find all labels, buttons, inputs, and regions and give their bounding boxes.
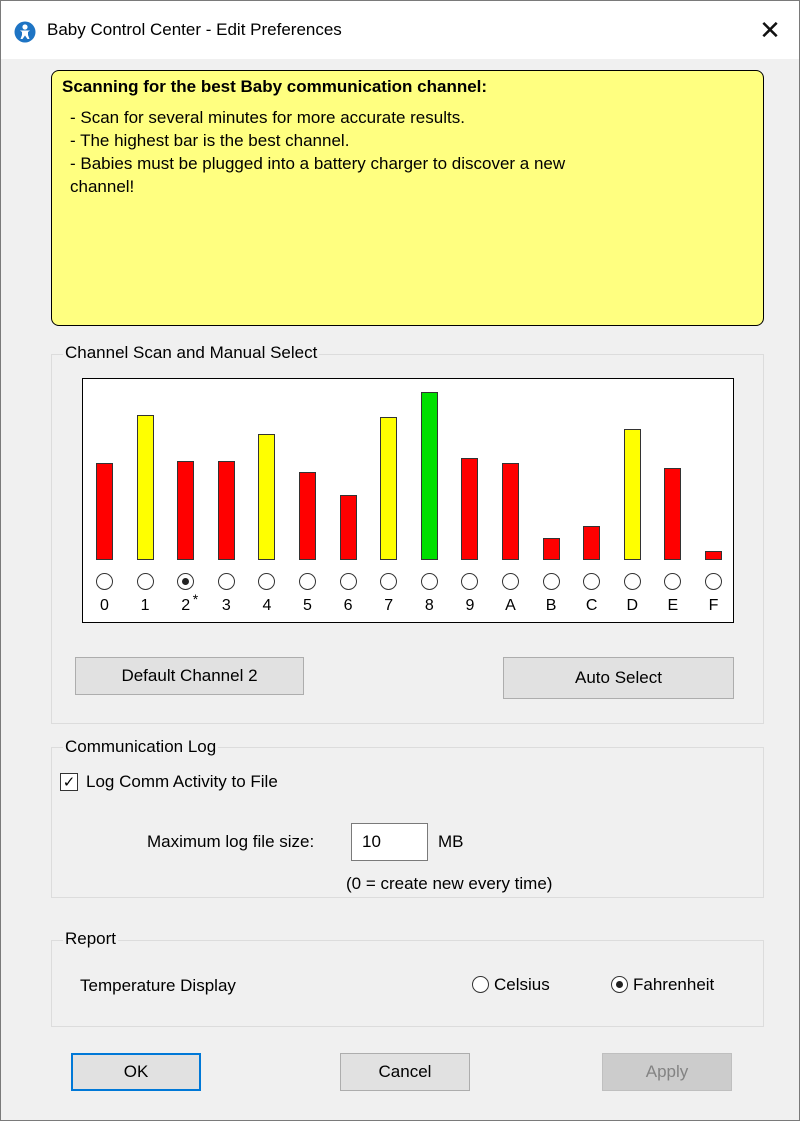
log-activity-checkbox[interactable]: ✓ xyxy=(60,773,78,791)
channel-bar-8 xyxy=(420,392,438,560)
channel-label-C: C xyxy=(585,597,598,614)
channel-label-0: 0 xyxy=(100,597,109,614)
channel-label-7: 7 xyxy=(384,597,394,614)
info-title: Scanning for the best Baby communication… xyxy=(62,77,488,96)
channel-radio-A[interactable] xyxy=(502,573,519,590)
channel-bar-0 xyxy=(96,463,113,560)
comm-log-label: Communication Log xyxy=(63,737,219,757)
log-size-unit: MB xyxy=(438,832,464,851)
channel-label-F: F xyxy=(708,597,719,614)
max-log-size-label: Maximum log file size: xyxy=(147,832,315,851)
channel-bar-B xyxy=(542,538,560,560)
channel-radio-D[interactable] xyxy=(623,573,641,590)
channel-radio-0[interactable] xyxy=(96,573,113,590)
celsius-radio[interactable] xyxy=(472,976,489,993)
max-log-size-input[interactable] xyxy=(351,823,428,861)
fahrenheit-radio[interactable] xyxy=(611,976,628,993)
channel-label-6: 6 xyxy=(343,597,353,614)
window-title: Baby Control Center - Edit Preferences xyxy=(47,20,342,39)
log-size-note: (0 = create new every time) xyxy=(346,874,553,893)
channel-label-A: A xyxy=(505,597,516,614)
channel-bar-1 xyxy=(136,415,154,560)
channel-bar-3 xyxy=(217,461,235,560)
channel-radio-B[interactable] xyxy=(542,573,560,590)
info-line: - The highest bar is the best channel. xyxy=(70,131,350,150)
channel-radio-5[interactable] xyxy=(299,573,316,590)
channel-radio-E[interactable] xyxy=(664,573,682,590)
channel-radio-8[interactable] xyxy=(420,573,438,590)
channel-bar-9 xyxy=(461,458,479,560)
channel-label-4: 4 xyxy=(262,597,272,614)
channel-bar-D xyxy=(623,429,641,560)
info-line: - Scan for several minutes for more accu… xyxy=(70,108,465,127)
temperature-display-label: Temperature Display xyxy=(80,976,236,995)
channel-bar-2 xyxy=(177,461,195,560)
ok-button[interactable]: OK xyxy=(71,1053,201,1091)
celsius-label[interactable]: Celsius xyxy=(494,975,550,995)
default-channel-button[interactable]: Default Channel 2 xyxy=(75,657,304,695)
log-activity-label[interactable]: Log Comm Activity to File xyxy=(86,772,278,792)
channel-label-B: B xyxy=(545,597,557,614)
channel-radio-2[interactable] xyxy=(177,573,195,590)
channel-label-D: D xyxy=(626,597,639,614)
channel-bar-C xyxy=(583,526,601,560)
channel-radio-C[interactable] xyxy=(583,573,601,590)
channel-label-3: 3 xyxy=(221,597,231,614)
channel-scan-label: Channel Scan and Manual Select xyxy=(63,343,320,363)
channel-label-E: E xyxy=(667,597,679,614)
channel-label-8: 8 xyxy=(424,597,434,614)
check-icon: ✓ xyxy=(62,773,76,791)
channel-bar-E xyxy=(664,468,682,560)
channel-label-1: 1 xyxy=(140,597,150,614)
channel-label-5: 5 xyxy=(303,597,312,614)
channel-bar-F xyxy=(705,551,722,560)
channel-radio-6[interactable] xyxy=(339,573,357,590)
channel-bar-6 xyxy=(339,495,357,560)
title-bar[interactable]: Baby Control Center - Edit Preferences ✕ xyxy=(1,1,799,59)
channel-radio-1[interactable] xyxy=(136,573,154,590)
channel-chart: 0 1 2 * 3 4 5 6 7 8 9 A B C D E F xyxy=(82,378,734,623)
fahrenheit-label[interactable]: Fahrenheit xyxy=(633,975,714,995)
default-channel-marker: * xyxy=(192,591,199,607)
baby-app-icon xyxy=(14,21,36,43)
info-line: - Babies must be plugged into a battery … xyxy=(70,154,566,173)
preferences-window: Baby Control Center - Edit Preferences ✕… xyxy=(0,0,800,1121)
info-line: channel! xyxy=(70,177,135,196)
channel-radio-4[interactable] xyxy=(258,573,276,590)
cancel-button[interactable]: Cancel xyxy=(340,1053,470,1091)
channel-radio-9[interactable] xyxy=(461,573,479,590)
channel-bar-4 xyxy=(258,434,276,560)
close-icon[interactable]: ✕ xyxy=(747,11,793,49)
channel-bar-7 xyxy=(380,417,398,560)
channel-label-9: 9 xyxy=(465,597,475,614)
info-panel: Scanning for the best Baby communication… xyxy=(51,70,764,326)
report-label: Report xyxy=(63,929,119,949)
channel-bar-A xyxy=(502,463,519,560)
channel-radio-F[interactable] xyxy=(705,573,722,590)
channel-radio-3[interactable] xyxy=(217,573,235,590)
apply-button: Apply xyxy=(602,1053,732,1091)
auto-select-button[interactable]: Auto Select xyxy=(503,657,734,699)
channel-bar-5 xyxy=(299,472,316,560)
channel-radio-7[interactable] xyxy=(380,573,398,590)
